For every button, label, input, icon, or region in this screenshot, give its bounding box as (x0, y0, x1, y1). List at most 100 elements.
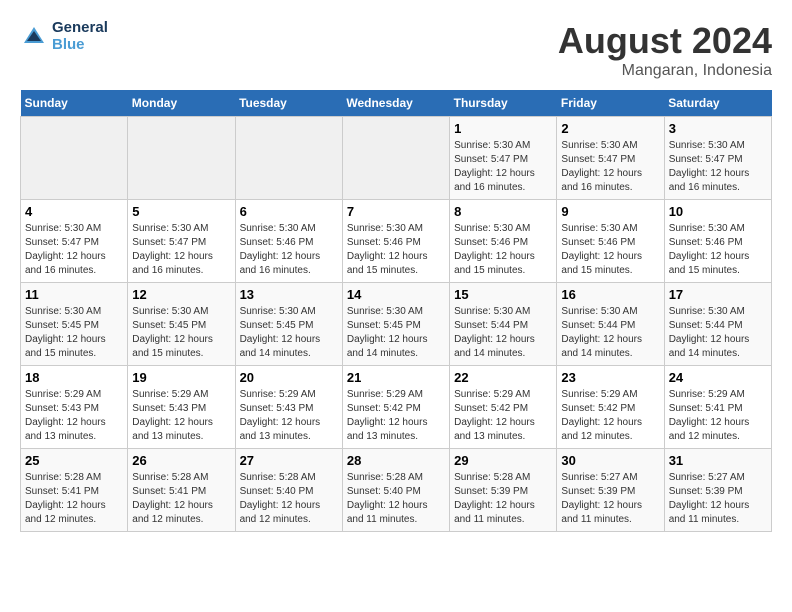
calendar-cell: 8 Sunrise: 5:30 AMSunset: 5:46 PMDaylight… (450, 200, 557, 283)
calendar-cell: 21 Sunrise: 5:29 AMSunset: 5:42 PMDayligh… (342, 366, 449, 449)
day-info: Sunrise: 5:28 AMSunset: 5:40 PMDaylight:… (240, 471, 338, 527)
calendar-cell: 26Sunrise: 5:28 AMSunset: 5:41 PMDayligh… (128, 449, 235, 532)
day-number: 25 (25, 453, 123, 468)
calendar-cell: 29 Sunrise: 5:28 AMSunset: 5:39 PMDayligh… (450, 449, 557, 532)
calendar-cell: 12 Sunrise: 5:30 AMSunset: 5:45 PMDayligh… (128, 283, 235, 366)
calendar-cell: 16Sunrise: 5:30 AMSunset: 5:44 PMDayligh… (557, 283, 664, 366)
calendar-cell: 2 Sunrise: 5:30 AMSunset: 5:47 PMDaylight… (557, 117, 664, 200)
calendar-cell (235, 117, 342, 200)
day-info: Sunrise: 5:29 AMSunset: 5:43 PMDaylight:… (25, 388, 123, 444)
logo-icon (20, 23, 48, 51)
day-info: Sunrise: 5:28 AMSunset: 5:41 PMDaylight:… (25, 471, 123, 527)
calendar-cell: 6Sunrise: 5:30 AMSunset: 5:46 PMDaylight… (235, 200, 342, 283)
day-info: Sunrise: 5:30 AMSunset: 5:45 PMDaylight:… (132, 305, 230, 361)
day-number: 22 (454, 370, 552, 385)
day-number: 17 (669, 287, 767, 302)
day-number: 28 (347, 453, 445, 468)
calendar-cell (342, 117, 449, 200)
day-number: 21 (347, 370, 445, 385)
day-number: 10 (669, 204, 767, 219)
calendar-cell (128, 117, 235, 200)
day-number: 24 (669, 370, 767, 385)
weekday-header-tuesday: Tuesday (235, 90, 342, 117)
calendar-cell: 9 Sunrise: 5:30 AMSunset: 5:46 PMDaylight… (557, 200, 664, 283)
calendar-cell: 7 Sunrise: 5:30 AMSunset: 5:46 PMDaylight… (342, 200, 449, 283)
weekday-header-saturday: Saturday (664, 90, 771, 117)
week-row-4: 25 Sunrise: 5:28 AMSunset: 5:41 PMDayligh… (21, 449, 772, 532)
calendar-cell: 11Sunrise: 5:30 AMSunset: 5:45 PMDayligh… (21, 283, 128, 366)
day-info: Sunrise: 5:30 AMSunset: 5:45 PMDaylight:… (347, 305, 445, 361)
calendar-cell: 22Sunrise: 5:29 AMSunset: 5:42 PMDayligh… (450, 366, 557, 449)
day-info: Sunrise: 5:29 AMSunset: 5:42 PMDaylight:… (347, 388, 445, 444)
logo-line2: Blue (52, 37, 108, 54)
day-info: Sunrise: 5:27 AMSunset: 5:39 PMDaylight:… (669, 471, 767, 527)
weekday-header-monday: Monday (128, 90, 235, 117)
day-number: 13 (240, 287, 338, 302)
day-number: 4 (25, 204, 123, 219)
day-info: Sunrise: 5:28 AMSunset: 5:39 PMDaylight:… (454, 471, 552, 527)
weekday-header-row: SundayMondayTuesdayWednesdayThursdayFrid… (21, 90, 772, 117)
calendar-cell: 19Sunrise: 5:29 AMSunset: 5:43 PMDayligh… (128, 366, 235, 449)
weekday-header-sunday: Sunday (21, 90, 128, 117)
day-info: Sunrise: 5:30 AMSunset: 5:46 PMDaylight:… (561, 222, 659, 278)
day-info: Sunrise: 5:30 AMSunset: 5:46 PMDaylight:… (347, 222, 445, 278)
day-number: 20 (240, 370, 338, 385)
day-info: Sunrise: 5:30 AMSunset: 5:45 PMDaylight:… (240, 305, 338, 361)
day-info: Sunrise: 5:30 AMSunset: 5:47 PMDaylight:… (132, 222, 230, 278)
day-info: Sunrise: 5:30 AMSunset: 5:47 PMDaylight:… (25, 222, 123, 278)
calendar-cell: 23 Sunrise: 5:29 AMSunset: 5:42 PMDayligh… (557, 366, 664, 449)
day-number: 5 (132, 204, 230, 219)
weekday-header-thursday: Thursday (450, 90, 557, 117)
day-info: Sunrise: 5:27 AMSunset: 5:39 PMDaylight:… (561, 471, 659, 527)
calendar-cell: 3Sunrise: 5:30 AMSunset: 5:47 PMDaylight… (664, 117, 771, 200)
logo: General Blue (20, 20, 108, 53)
day-number: 23 (561, 370, 659, 385)
day-info: Sunrise: 5:30 AMSunset: 5:44 PMDaylight:… (669, 305, 767, 361)
calendar-title: August 2024 (558, 20, 772, 62)
day-info: Sunrise: 5:29 AMSunset: 5:43 PMDaylight:… (240, 388, 338, 444)
day-number: 11 (25, 287, 123, 302)
day-info: Sunrise: 5:30 AMSunset: 5:46 PMDaylight:… (454, 222, 552, 278)
calendar-cell: 28 Sunrise: 5:28 AMSunset: 5:40 PMDayligh… (342, 449, 449, 532)
week-row-1: 4 Sunrise: 5:30 AMSunset: 5:47 PMDaylight… (21, 200, 772, 283)
day-number: 29 (454, 453, 552, 468)
week-row-2: 11 Sunrise: 5:30 AMSunset: 5:45 PMDayligh… (21, 283, 772, 366)
day-number: 9 (561, 204, 659, 219)
calendar-cell: 4 Sunrise: 5:30 AMSunset: 5:47 PMDaylight… (21, 200, 128, 283)
day-info: Sunrise: 5:30 AMSunset: 5:44 PMDaylight:… (561, 305, 659, 361)
calendar-cell: 27 Sunrise: 5:28 AMSunset: 5:40 PMDayligh… (235, 449, 342, 532)
day-info: Sunrise: 5:29 AMSunset: 5:43 PMDaylight:… (132, 388, 230, 444)
day-number: 31 (669, 453, 767, 468)
day-number: 15 (454, 287, 552, 302)
day-info: Sunrise: 5:30 AMSunset: 5:47 PMDaylight:… (669, 139, 767, 195)
calendar-cell: 17 Sunrise: 5:30 AMSunset: 5:44 PMDayligh… (664, 283, 771, 366)
day-number: 12 (132, 287, 230, 302)
calendar-cell: 20 Sunrise: 5:29 AMSunset: 5:43 PMDayligh… (235, 366, 342, 449)
day-info: Sunrise: 5:30 AMSunset: 5:47 PMDaylight:… (561, 139, 659, 195)
calendar-cell: 31 Sunrise: 5:27 AMSunset: 5:39 PMDayligh… (664, 449, 771, 532)
calendar-cell: 15 Sunrise: 5:30 AMSunset: 5:44 PMDayligh… (450, 283, 557, 366)
day-info: Sunrise: 5:30 AMSunset: 5:47 PMDaylight:… (454, 139, 552, 195)
calendar-cell: 14 Sunrise: 5:30 AMSunset: 5:45 PMDayligh… (342, 283, 449, 366)
day-info: Sunrise: 5:29 AMSunset: 5:41 PMDaylight:… (669, 388, 767, 444)
day-number: 18 (25, 370, 123, 385)
day-number: 27 (240, 453, 338, 468)
day-number: 14 (347, 287, 445, 302)
day-number: 30 (561, 453, 659, 468)
calendar-cell: 1Sunrise: 5:30 AMSunset: 5:47 PMDaylight… (450, 117, 557, 200)
calendar-cell: 30 Sunrise: 5:27 AMSunset: 5:39 PMDayligh… (557, 449, 664, 532)
day-number: 2 (561, 121, 659, 136)
calendar-cell: 24 Sunrise: 5:29 AMSunset: 5:41 PMDayligh… (664, 366, 771, 449)
day-info: Sunrise: 5:29 AMSunset: 5:42 PMDaylight:… (561, 388, 659, 444)
week-row-0: 1Sunrise: 5:30 AMSunset: 5:47 PMDaylight… (21, 117, 772, 200)
day-info: Sunrise: 5:28 AMSunset: 5:40 PMDaylight:… (347, 471, 445, 527)
header: General Blue August 2024 Mangaran, Indon… (20, 20, 772, 80)
day-number: 26 (132, 453, 230, 468)
weekday-header-friday: Friday (557, 90, 664, 117)
day-number: 8 (454, 204, 552, 219)
day-info: Sunrise: 5:30 AMSunset: 5:44 PMDaylight:… (454, 305, 552, 361)
day-number: 7 (347, 204, 445, 219)
calendar-cell: 10Sunrise: 5:30 AMSunset: 5:46 PMDayligh… (664, 200, 771, 283)
day-info: Sunrise: 5:30 AMSunset: 5:46 PMDaylight:… (240, 222, 338, 278)
calendar-table: SundayMondayTuesdayWednesdayThursdayFrid… (20, 90, 772, 532)
